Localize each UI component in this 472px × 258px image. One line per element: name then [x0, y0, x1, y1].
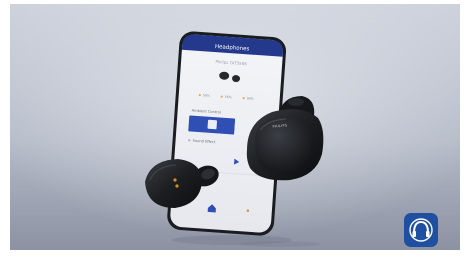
battery-left: 56%: [203, 93, 210, 97]
battery-right: 56%: [225, 95, 232, 99]
battery-case: 90%: [247, 96, 254, 100]
product-photo: Headphones Philips TAT5506 56% 56% 90% A…: [10, 4, 460, 250]
app-icon-badge: [404, 213, 438, 247]
svg-text:≡: ≡: [187, 137, 191, 142]
